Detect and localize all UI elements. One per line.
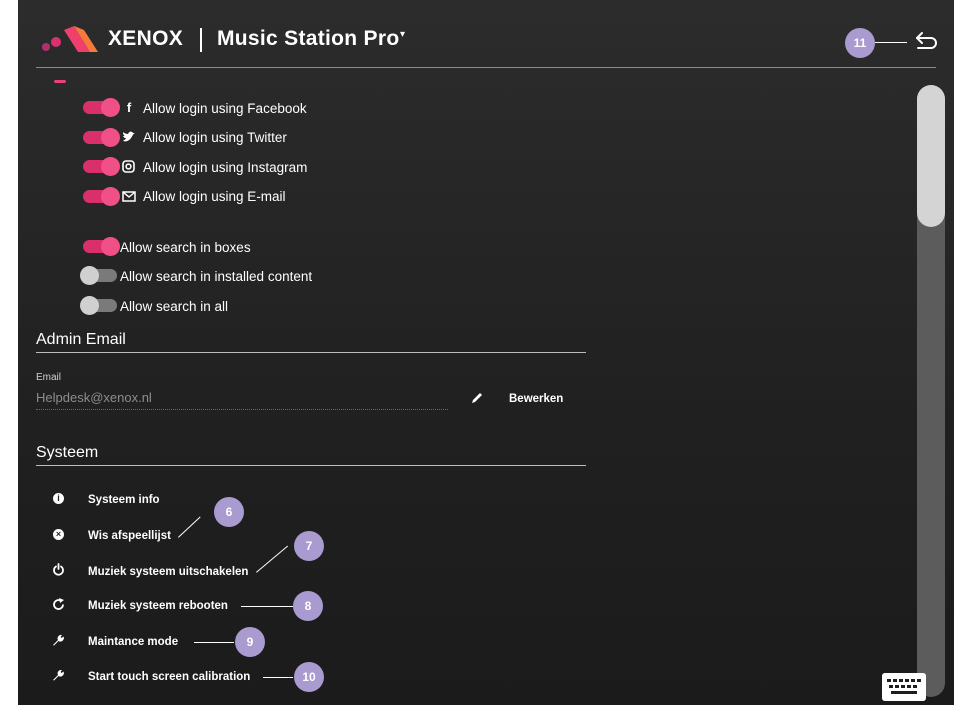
section-separator <box>36 352 586 353</box>
wrench-icon <box>53 669 64 681</box>
instagram-icon <box>122 160 135 173</box>
toggle-label: Allow login using E-mail <box>143 189 286 204</box>
callout-badge-11: 11 <box>845 28 875 58</box>
callout-leader-9 <box>194 642 234 643</box>
callout-leader-6 <box>178 516 201 538</box>
toggle-login-facebook[interactable] <box>83 98 120 117</box>
callout-badge-9: 9 <box>235 627 265 657</box>
toggle-search-installed[interactable] <box>80 266 117 285</box>
info-icon: i <box>53 493 64 504</box>
section-title-admin-email: Admin Email <box>36 331 126 348</box>
header-separator <box>36 67 936 68</box>
toggle-login-twitter[interactable] <box>83 128 120 147</box>
toggle-search-boxes[interactable] <box>83 237 120 256</box>
system-item-calibration[interactable]: Start touch screen calibration <box>88 671 250 683</box>
callout-leader-8 <box>241 606 293 607</box>
callout-leader-10 <box>263 677 293 678</box>
xenox-logo-icon <box>42 26 98 52</box>
section-separator <box>36 465 586 466</box>
scrolled-toggle-fragment <box>54 80 66 83</box>
toggle-label: Allow login using Twitter <box>143 130 287 145</box>
callout-leader-7 <box>256 545 289 573</box>
app-title[interactable]: Music Station Pro <box>217 27 399 51</box>
callout-badge-10: 10 <box>294 662 324 692</box>
toggle-label: Allow search in boxes <box>120 240 251 255</box>
toggle-label: Allow login using Instagram <box>143 160 308 175</box>
toggle-label: Allow search in installed content <box>120 269 313 284</box>
callout-badge-8: 8 <box>293 591 323 621</box>
toggle-search-all[interactable] <box>80 296 117 315</box>
system-item-shutdown[interactable]: Muziek systeem uitschakelen <box>88 566 248 578</box>
callout-badge-7: 7 <box>294 531 324 561</box>
wrench-icon <box>53 634 64 646</box>
back-arrow-icon[interactable] <box>914 30 940 52</box>
toggle-label: Allow search in all <box>120 299 229 314</box>
keyboard-icon[interactable] <box>882 673 926 701</box>
toggle-login-email[interactable] <box>83 187 120 206</box>
scrollbar-thumb[interactable] <box>917 85 945 227</box>
toggle-login-instagram[interactable] <box>83 157 120 176</box>
pencil-icon[interactable] <box>470 391 484 405</box>
email-field[interactable]: Helpdesk@xenox.nl <box>36 390 152 405</box>
system-item-maintenance[interactable]: Maintance mode <box>88 636 178 648</box>
title-dropdown-caret-icon[interactable]: ▾ <box>400 29 405 40</box>
power-icon <box>53 563 64 576</box>
app-window: XENOX Music Station Pro ▾ 11 f Allow log… <box>18 0 954 705</box>
email-field-underline <box>36 409 448 410</box>
system-item-reboot[interactable]: Muziek systeem rebooten <box>88 600 228 612</box>
reboot-icon <box>53 598 64 610</box>
header-divider <box>200 28 202 52</box>
twitter-icon <box>123 131 135 142</box>
brand-name: XENOX <box>108 27 184 50</box>
email-field-label: Email <box>36 372 62 383</box>
toggle-label: Allow login using Facebook <box>143 101 307 116</box>
system-item-clear-playlist[interactable]: Wis afspeellijst <box>88 530 171 542</box>
callout-badge-6: 6 <box>214 497 244 527</box>
callout-leader-11 <box>875 42 907 43</box>
section-title-systeem: Systeem <box>36 444 99 461</box>
edit-email-button[interactable]: Bewerken <box>509 393 563 405</box>
clear-icon: × <box>53 529 64 540</box>
mail-icon <box>122 191 136 202</box>
facebook-icon: f <box>126 100 132 115</box>
system-item-info[interactable]: Systeem info <box>88 494 160 506</box>
